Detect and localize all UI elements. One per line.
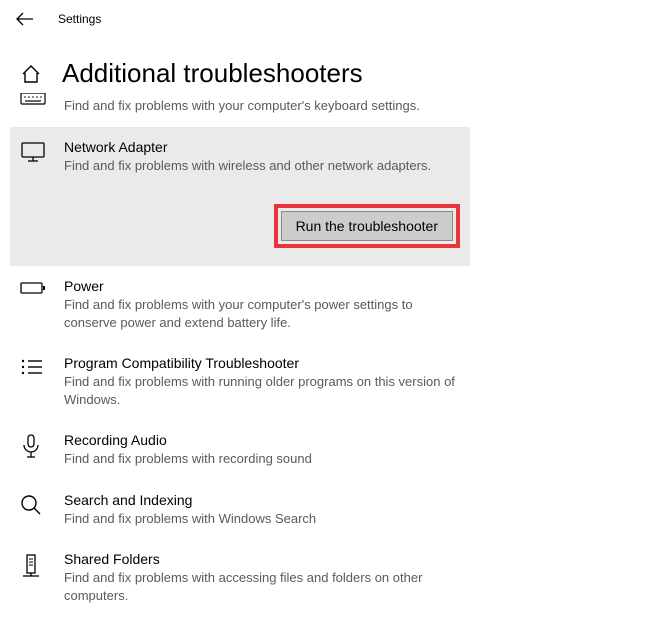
item-title: Network Adapter — [64, 139, 460, 155]
network-tower-icon — [20, 551, 48, 604]
microphone-icon — [20, 432, 48, 468]
troubleshooter-list: Find and fix problems with your computer… — [0, 97, 654, 636]
troubleshooter-item-shared[interactable]: Shared Folders Find and fix problems wit… — [10, 539, 470, 616]
troubleshooter-item-keyboard[interactable]: Find and fix problems with your computer… — [10, 97, 470, 127]
page-title: Additional troubleshooters — [62, 58, 363, 89]
troubleshooter-item-compat[interactable]: Program Compatibility Troubleshooter Fin… — [10, 343, 470, 420]
run-troubleshooter-button[interactable]: Run the troubleshooter — [281, 211, 453, 241]
item-title: Program Compatibility Troubleshooter — [64, 355, 460, 371]
item-desc: Find and fix problems with your computer… — [64, 97, 460, 115]
item-title: Power — [64, 278, 460, 294]
item-title: Recording Audio — [64, 432, 460, 448]
item-desc: Find and fix problems with recording sou… — [64, 450, 460, 468]
run-button-highlight: Run the troubleshooter — [274, 204, 460, 248]
item-desc: Find and fix problems with running older… — [64, 373, 460, 408]
back-button[interactable] — [12, 8, 38, 30]
item-desc: Find and fix problems with accessing fil… — [64, 569, 460, 604]
troubleshooter-item-power[interactable]: Power Find and fix problems with your co… — [10, 266, 470, 343]
item-title: Search and Indexing — [64, 492, 460, 508]
battery-icon — [20, 278, 48, 331]
item-desc: Find and fix problems with your computer… — [64, 296, 460, 331]
search-icon — [20, 492, 48, 528]
monitor-icon — [20, 139, 48, 249]
home-icon[interactable] — [20, 63, 42, 85]
window-title: Settings — [58, 12, 101, 26]
item-desc: Find and fix problems with wireless and … — [64, 157, 460, 175]
troubleshooter-item-recording[interactable]: Recording Audio Find and fix problems wi… — [10, 420, 470, 480]
troubleshooter-item-network[interactable]: Network Adapter Find and fix problems wi… — [10, 127, 470, 267]
keyboard-icon — [20, 91, 48, 109]
list-icon — [20, 355, 48, 408]
troubleshooter-item-search[interactable]: Search and Indexing Find and fix problem… — [10, 480, 470, 540]
item-title: Shared Folders — [64, 551, 460, 567]
item-desc: Find and fix problems with Windows Searc… — [64, 510, 460, 528]
